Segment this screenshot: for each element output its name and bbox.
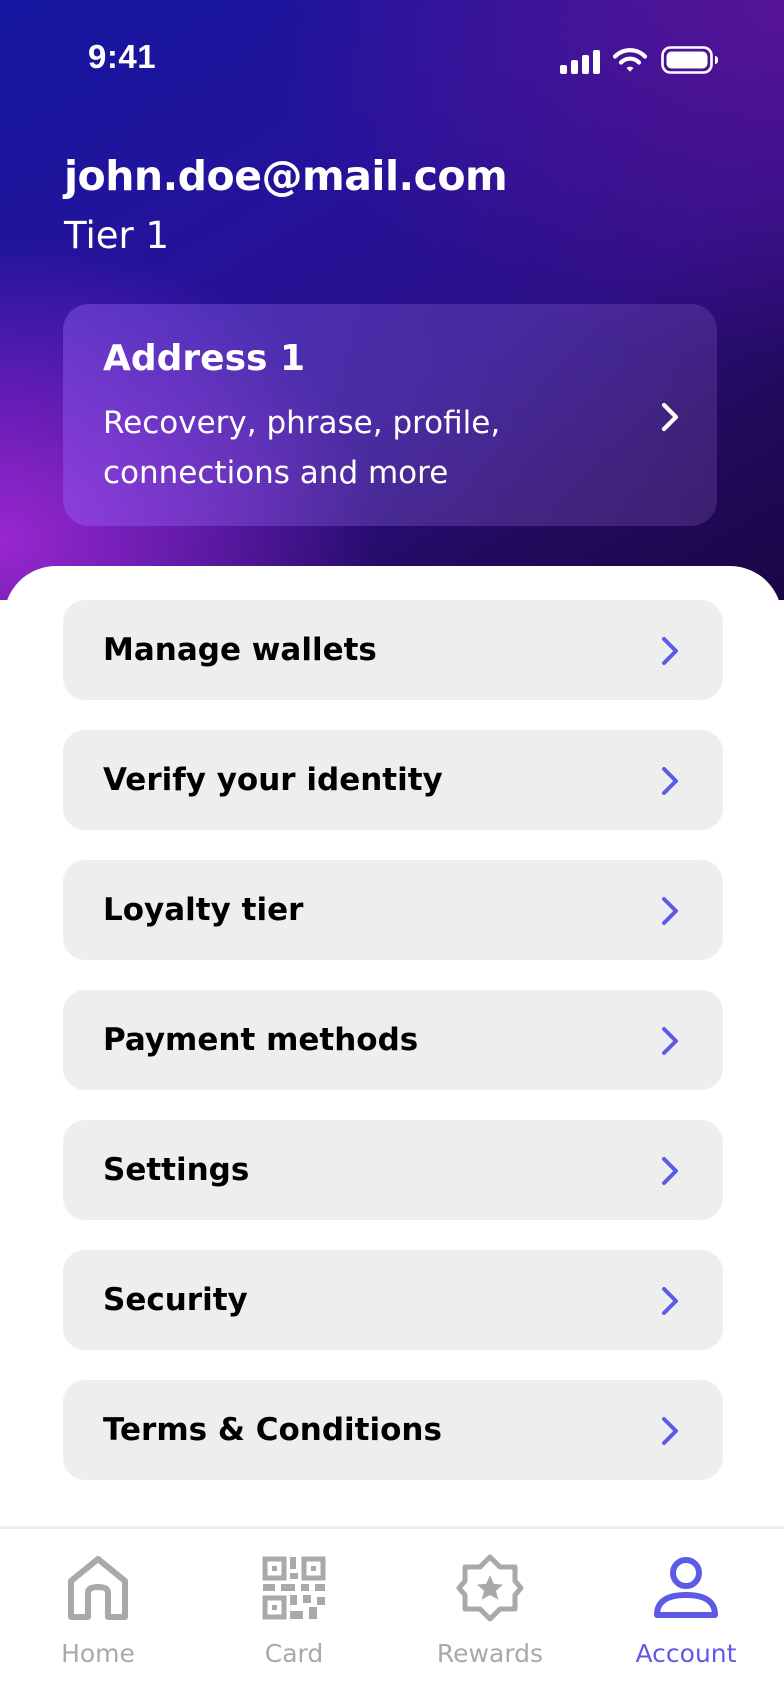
bottom-tab-bar: Home Card Rewards Account <box>0 1529 784 1691</box>
home-icon <box>68 1556 128 1620</box>
menu-item-label: Loyalty tier <box>103 892 304 928</box>
menu-item-terms-conditions[interactable]: Terms & Conditions <box>63 1380 723 1480</box>
chevron-right-icon <box>662 767 678 795</box>
menu-item-verify-identity[interactable]: Verify your identity <box>63 730 723 830</box>
menu-item-label: Manage wallets <box>103 632 377 668</box>
tab-label: Account <box>635 1639 737 1668</box>
tab-rewards[interactable]: Rewards <box>392 1529 588 1691</box>
user-email: john.doe@mail.com <box>64 152 508 200</box>
account-screen: 9:41 john.doe@mail.com Tier 1 Address 1 … <box>0 0 784 1691</box>
status-bar: 9:41 <box>0 0 784 120</box>
user-tier: Tier 1 <box>64 214 170 257</box>
menu-item-label: Security <box>103 1282 248 1318</box>
account-menu: Manage wallets Verify your identity Loya… <box>63 600 723 1510</box>
menu-item-settings[interactable]: Settings <box>63 1120 723 1220</box>
chevron-right-icon <box>661 402 679 432</box>
address-title: Address 1 <box>103 338 306 379</box>
qr-code-icon <box>262 1556 326 1620</box>
menu-item-payment-methods[interactable]: Payment methods <box>63 990 723 1090</box>
menu-item-loyalty-tier[interactable]: Loyalty tier <box>63 860 723 960</box>
status-time: 9:41 <box>88 38 157 75</box>
tab-home[interactable]: Home <box>0 1529 196 1691</box>
address-card[interactable]: Address 1 Recovery, phrase, profile, con… <box>63 304 717 526</box>
chevron-right-icon <box>662 1417 678 1445</box>
wifi-icon <box>612 48 648 72</box>
tab-card[interactable]: Card <box>196 1529 392 1691</box>
chevron-right-icon <box>662 1027 678 1055</box>
signal-bars-icon <box>560 50 600 74</box>
menu-item-label: Verify your identity <box>103 762 443 798</box>
tab-label: Home <box>61 1639 135 1668</box>
tab-label: Card <box>264 1639 324 1668</box>
tab-account[interactable]: Account <box>588 1529 784 1691</box>
menu-item-label: Payment methods <box>103 1022 419 1058</box>
menu-item-label: Terms & Conditions <box>103 1412 442 1448</box>
chevron-right-icon <box>662 1157 678 1185</box>
star-badge-icon <box>456 1554 524 1622</box>
address-description: Recovery, phrase, profile, connections a… <box>103 405 501 491</box>
chevron-right-icon <box>662 1287 678 1315</box>
user-icon <box>654 1557 718 1618</box>
menu-item-security[interactable]: Security <box>63 1250 723 1350</box>
menu-item-manage-wallets[interactable]: Manage wallets <box>63 600 723 700</box>
battery-icon <box>661 46 718 74</box>
menu-item-label: Settings <box>103 1152 250 1188</box>
chevron-right-icon <box>662 637 678 665</box>
tab-label: Rewards <box>436 1639 544 1668</box>
chevron-right-icon <box>662 897 678 925</box>
